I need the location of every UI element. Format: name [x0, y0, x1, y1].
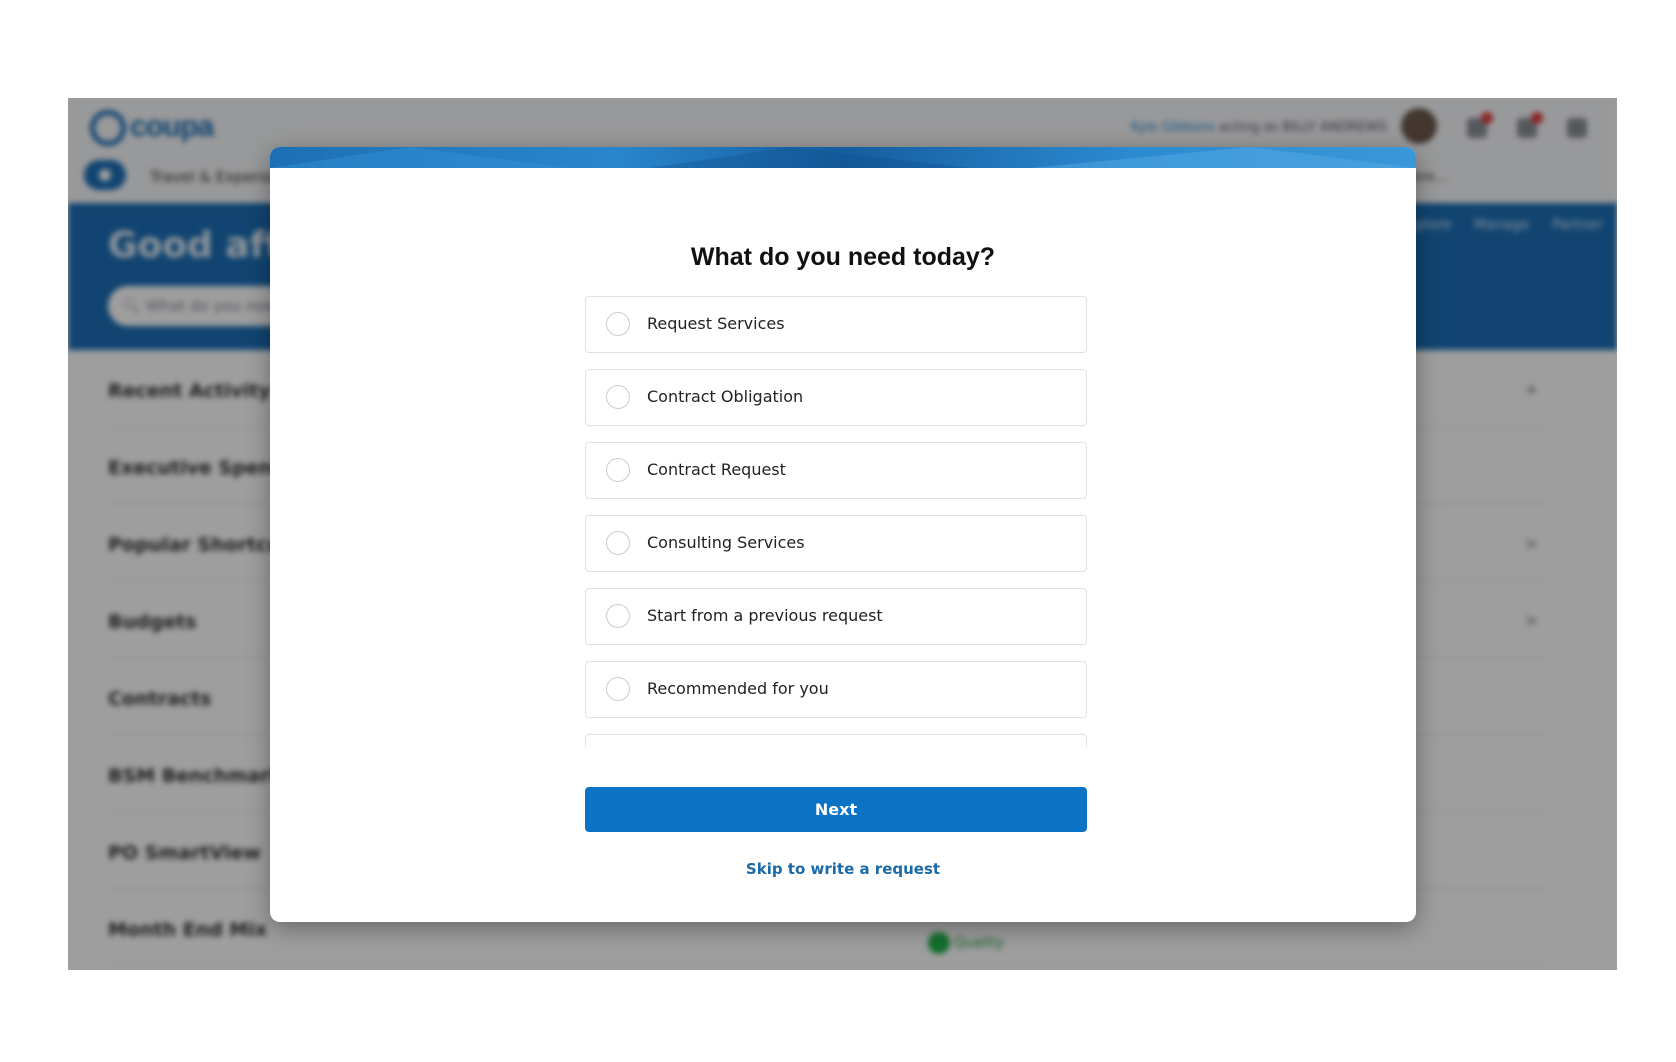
option-label: Request Services [647, 314, 785, 333]
modal-header-band [270, 147, 1416, 168]
option-start-from-previous[interactable]: Start from a previous request [585, 588, 1087, 645]
option-label: Start from a previous request [647, 606, 883, 625]
option-label: Contract Request [647, 460, 786, 479]
option-consulting-services[interactable]: Consulting Services [585, 515, 1087, 572]
option-partial-next[interactable] [585, 734, 1087, 747]
radio-button[interactable] [606, 458, 630, 482]
option-request-services[interactable]: Request Services [585, 296, 1087, 353]
option-recommended[interactable]: Recommended for you [585, 661, 1087, 718]
options-list[interactable]: Request Services Contract Obligation Con… [585, 296, 1087, 747]
band-decoration [270, 147, 1416, 168]
radio-button[interactable] [606, 385, 630, 409]
modal-title: What do you need today? [690, 243, 996, 271]
option-contract-request[interactable]: Contract Request [585, 442, 1087, 499]
radio-button[interactable] [606, 312, 630, 336]
radio-button[interactable] [606, 604, 630, 628]
radio-button[interactable] [606, 531, 630, 555]
option-label: Contract Obligation [647, 387, 804, 406]
radio-button[interactable] [606, 677, 630, 701]
skip-to-write-request-link[interactable]: Skip to write a request [270, 860, 1416, 878]
request-type-modal: What do you need today? Request Services… [270, 147, 1416, 922]
option-contract-obligation[interactable]: Contract Obligation [585, 369, 1087, 426]
option-label: Recommended for you [647, 679, 829, 698]
option-label: Consulting Services [647, 533, 805, 552]
next-button[interactable]: Next [585, 787, 1087, 832]
